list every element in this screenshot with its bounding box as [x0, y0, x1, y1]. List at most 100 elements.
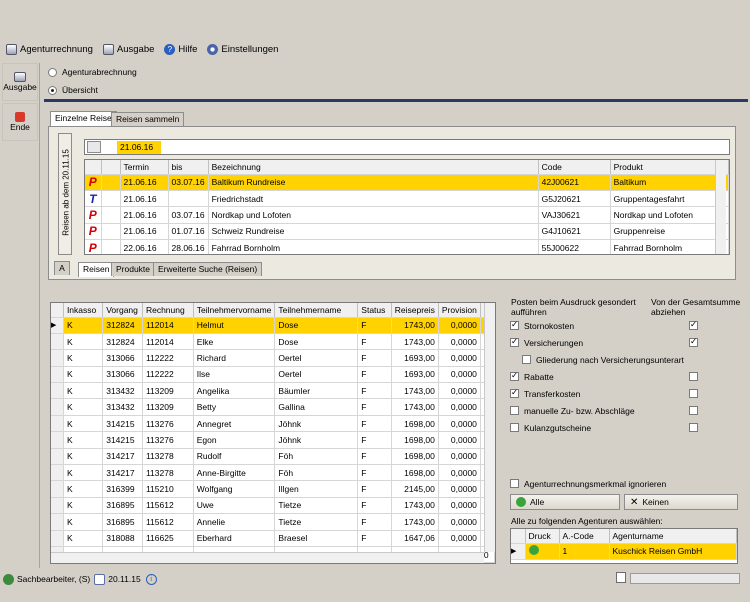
participant-row[interactable]: K 316399 115210 Wolfgang Illgen F 2145,00 0,000… [51, 480, 495, 498]
option-right-checkbox[interactable] [689, 423, 698, 432]
option-left-checkbox[interactable] [510, 423, 519, 432]
col-code[interactable]: Code [538, 160, 611, 175]
menu-ausgabe[interactable]: Ausgabe [102, 43, 155, 55]
col-druck[interactable]: Druck [525, 529, 560, 544]
option-right-checkbox[interactable] [689, 336, 698, 347]
travel-type-icon: P [85, 239, 102, 254]
ignore-merkmal-option[interactable]: Agenturrechnungsmerkmal ignorieren [510, 475, 666, 492]
agentur-row[interactable]: ▶ 1 Kuschick Reisen GmbH [511, 543, 737, 560]
participant-row[interactable]: K 316895 115612 Annelie Tietze F 1743,00 0,0000… [51, 513, 495, 531]
participant-row[interactable]: K 318088 116625 Eberhard Braesel F 1647,06 0,00… [51, 530, 495, 547]
participant-row[interactable]: K 314217 113278 Anne-Birgitte Föh F 1698,00 0,0… [51, 464, 495, 482]
tab-produkte[interactable]: Produkte [111, 262, 156, 276]
col-rechnung[interactable]: Rechnung [142, 303, 194, 318]
row-pointer [51, 448, 64, 466]
option-left-checkbox[interactable] [522, 355, 531, 364]
druck-cell[interactable] [525, 543, 560, 560]
cell-name: Jöhnk [274, 431, 359, 449]
travel-type-icon: P [85, 223, 102, 241]
col-acode[interactable]: A.-Code [559, 529, 610, 544]
participant-row[interactable]: K314217113278RudolfFöhF1698,000,00000 [51, 448, 495, 466]
participant-row[interactable]: K313432113209BettyGallinaF1743,000,00000 [51, 398, 495, 416]
col-vorname[interactable]: Teilnehmervorname [193, 303, 276, 318]
option-left-checkbox[interactable] [510, 406, 519, 415]
col-bis[interactable]: bis [168, 160, 209, 175]
col-termin[interactable]: Termin [120, 160, 169, 175]
option-left-checkbox[interactable] [510, 370, 519, 381]
cell-provision: 0,0000 [438, 431, 481, 449]
keinen-button[interactable]: ✕ Keinen [624, 494, 738, 510]
option-right-checkbox[interactable] [689, 389, 698, 398]
option-left-checkbox[interactable] [510, 387, 519, 398]
col-produkt[interactable]: Produkt [610, 160, 729, 175]
menu-label: Ausgabe [116, 43, 155, 55]
tab-reisen-sammeln[interactable]: Reisen sammeln [111, 112, 185, 126]
menu-hilfe[interactable]: ? Hilfe [164, 43, 197, 55]
option-left-checkbox[interactable] [510, 319, 519, 330]
participant-row[interactable]: ▶K312824112014HelmutDoseF1743,000,00000 [51, 317, 495, 334]
option-right-checkbox[interactable] [689, 319, 698, 330]
col-name[interactable]: Teilnehmername [274, 303, 359, 318]
date-filter-input[interactable]: 21.06.16 [117, 141, 161, 154]
vertical-filter-tab[interactable]: Reisen ab dem 20.11.15 [58, 133, 72, 255]
cell-provision: 0,0000 [438, 415, 481, 433]
participant-grid: Inkasso Vorgang Rechnung Teilnehmervorna… [50, 302, 496, 564]
radio-agenturabrechnung[interactable]: Agenturabrechnung [48, 67, 137, 77]
travel-row[interactable]: P 21.06.16 03.07.16 Baltikum Rundreise 42J00… [85, 174, 729, 191]
participant-row[interactable]: K 314215 113276 Annegret Jöhnk F 1698,00 0,0000… [51, 415, 495, 433]
tab-erweiterte-suche[interactable]: Erweiterte Suche (Reisen) [153, 262, 263, 276]
option-left-checkbox[interactable] [510, 336, 519, 347]
cell-status: F [357, 497, 392, 515]
participant-row[interactable]: K314215113276EgonJöhnkF1698,000,00000 [51, 431, 495, 449]
cell-vorgang: 313432 [102, 382, 143, 400]
main-vscrollbar[interactable] [484, 303, 495, 552]
cell-provision: 0,0000 [438, 382, 481, 400]
alle-button[interactable]: Alle [510, 494, 620, 510]
info-icon[interactable]: i [145, 573, 157, 585]
travel-row[interactable]: P 21.06.16 01.07.16 Schweiz Rundreise G4J106… [85, 223, 729, 241]
col-inkasso[interactable]: Inkasso [63, 303, 104, 318]
menu-label: Agenturrechnung [20, 43, 93, 55]
option-right-checkbox[interactable] [689, 406, 698, 415]
col-vorgang[interactable]: Vorgang [102, 303, 143, 318]
participant-row[interactable]: K313066112222IlseOertelF1693,000,00000 [51, 366, 495, 384]
option-row: manuelle Zu- bzw. Abschläge [510, 402, 740, 419]
document-icon[interactable] [87, 141, 101, 153]
check-icon [516, 497, 526, 507]
ignore-checkbox[interactable] [510, 479, 519, 488]
tab-a[interactable]: A [54, 261, 70, 275]
participant-row[interactable]: K 313432 113209 Angelika Bäumler F 1743,00 0,00… [51, 382, 495, 400]
travel-row[interactable]: P 22.06.16 28.06.16 Fahrrad Bornholm 55J0062… [85, 239, 729, 254]
col-agenturname[interactable]: Agenturname [609, 529, 737, 544]
participant-row[interactable]: K312824112014ElkeDoseF1743,000,00000 [51, 333, 495, 351]
col-reisepreis[interactable]: Reisepreis [391, 303, 439, 318]
cell-reisepreis: 1693,00 [391, 349, 439, 367]
participant-row[interactable]: K316895115612UweTietzeF1743,000,00000 [51, 497, 495, 515]
ende-button[interactable]: Ende [2, 103, 38, 141]
menu-einstellungen[interactable]: Einstellungen [207, 43, 278, 55]
row-pointer [51, 480, 64, 498]
menu-agenturrechnung[interactable]: Agenturrechnung [6, 43, 93, 55]
cell-vorname: Annegret [193, 415, 276, 433]
printer-icon [14, 72, 26, 82]
cell-inkasso: K [63, 349, 104, 367]
cell-reisepreis: 1743,00 [391, 333, 439, 351]
travel-scrollbar[interactable] [715, 160, 726, 254]
option-right-checkbox[interactable] [689, 372, 698, 381]
col-status[interactable]: Status [357, 303, 392, 318]
cell-status: F [357, 530, 392, 547]
travel-row[interactable]: T 21.06.16 Friedrichstadt G5J20621 Gruppenta… [85, 190, 729, 208]
col-provision[interactable]: Provision [438, 303, 481, 318]
participant-row[interactable]: K 313066 112222 Richard Oertel F 1693,00 0,0000… [51, 349, 495, 367]
main-hscrollbar[interactable] [51, 552, 484, 563]
radio-uebersicht[interactable]: Übersicht [48, 85, 98, 95]
ausgabe-button[interactable]: Ausgabe [2, 63, 38, 101]
tab-reisen[interactable]: Reisen [78, 262, 115, 277]
travel-code: 55J00622 [538, 239, 611, 254]
user-icon [3, 573, 14, 585]
travel-bezeichnung: Friedrichstadt [208, 190, 539, 208]
cell-status: F [357, 431, 392, 449]
tab-einzelne-reise[interactable]: Einzelne Reise [50, 111, 117, 126]
col-bezeichnung[interactable]: Bezeichnung [208, 160, 539, 175]
travel-row[interactable]: P 21.06.16 03.07.16 Nordkap und Lofoten VAJ3… [85, 206, 729, 224]
